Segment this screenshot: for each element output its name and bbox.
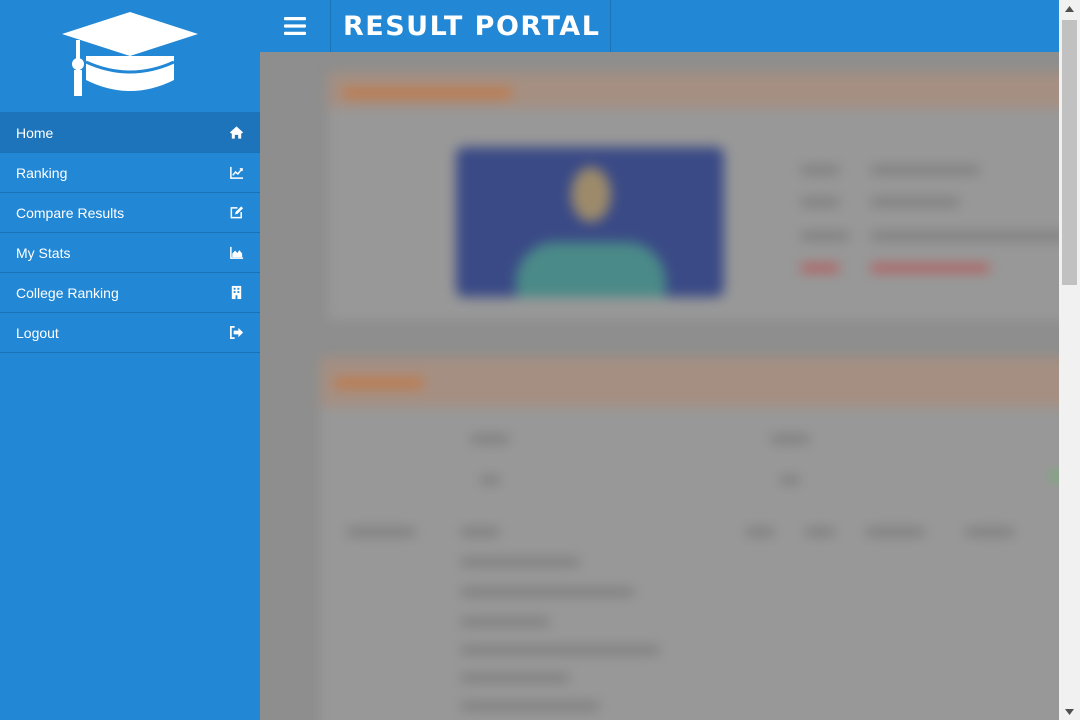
placeholder-bar (460, 702, 600, 710)
main-content-blurred (260, 52, 1059, 720)
sidebar-item-label: Compare Results (16, 204, 125, 221)
placeholder-bar (865, 528, 925, 536)
placeholder-bar (460, 558, 580, 566)
graduation-cap-icon (62, 12, 198, 96)
profile-photo (456, 147, 724, 297)
placeholder-bar (800, 232, 850, 240)
placeholder-bar (800, 264, 840, 272)
sidebar-nav: Home Ranking Compare Results My Stats Co… (0, 112, 260, 353)
sidebar-item-label: College Ranking (16, 284, 119, 301)
app-title: RESULT PORTAL (331, 0, 612, 52)
results-card-header (320, 357, 1059, 407)
sidebar-item-label: My Stats (16, 244, 71, 261)
sidebar-item-logout[interactable]: Logout (0, 313, 260, 353)
placeholder-bar (800, 166, 840, 174)
scroll-up-arrow-icon[interactable] (1059, 0, 1080, 17)
placeholder-bar (480, 476, 500, 484)
sidebar-item-label: Ranking (16, 164, 68, 181)
placeholder-bar (460, 618, 550, 626)
sidebar-item-label: Logout (16, 324, 59, 341)
edit-icon (228, 205, 244, 221)
scrollbar-thumb[interactable] (1062, 20, 1077, 285)
placeholder-bar (870, 166, 980, 174)
placeholder-bar (460, 528, 500, 536)
placeholder-bar (800, 198, 840, 206)
sidebar-item-home[interactable]: Home (0, 113, 260, 153)
blurred-overlay (260, 52, 1059, 720)
line-chart-icon (228, 165, 244, 181)
placeholder-bar (780, 476, 800, 484)
menu-toggle-button[interactable] (260, 0, 331, 52)
placeholder-bar (870, 198, 960, 206)
placeholder-bar (470, 435, 510, 443)
placeholder-bar (870, 232, 1059, 240)
building-icon (228, 285, 244, 301)
placeholder-bar (745, 528, 775, 536)
sidebar-item-label: Home (16, 124, 54, 141)
placeholder-bar (460, 588, 635, 596)
top-header: RESULT PORTAL (260, 0, 1059, 52)
sidebar-item-college-ranking[interactable]: College Ranking (0, 273, 260, 313)
placeholder-bar (805, 528, 835, 536)
hamburger-menu-icon (284, 17, 306, 35)
sign-out-icon (228, 325, 244, 341)
placeholder-bar (346, 528, 416, 536)
sidebar-item-my-stats[interactable]: My Stats (0, 233, 260, 273)
logo (0, 0, 260, 112)
placeholder-bar (460, 674, 570, 682)
results-card (320, 357, 1059, 720)
placeholder-bar (770, 435, 810, 443)
sidebar-item-compare-results[interactable]: Compare Results (0, 193, 260, 233)
sidebar: Home Ranking Compare Results My Stats Co… (0, 0, 260, 720)
placeholder-bar (965, 528, 1015, 536)
placeholder-bar (1050, 472, 1059, 480)
home-icon (228, 125, 244, 141)
placeholder-bar (342, 88, 512, 98)
sidebar-item-ranking[interactable]: Ranking (0, 153, 260, 193)
placeholder-bar (460, 646, 660, 654)
area-chart-icon (228, 245, 244, 261)
vertical-scrollbar[interactable] (1059, 0, 1080, 720)
scroll-down-arrow-icon[interactable] (1059, 703, 1080, 720)
placeholder-bar (870, 264, 990, 272)
placeholder-bar (334, 378, 424, 388)
